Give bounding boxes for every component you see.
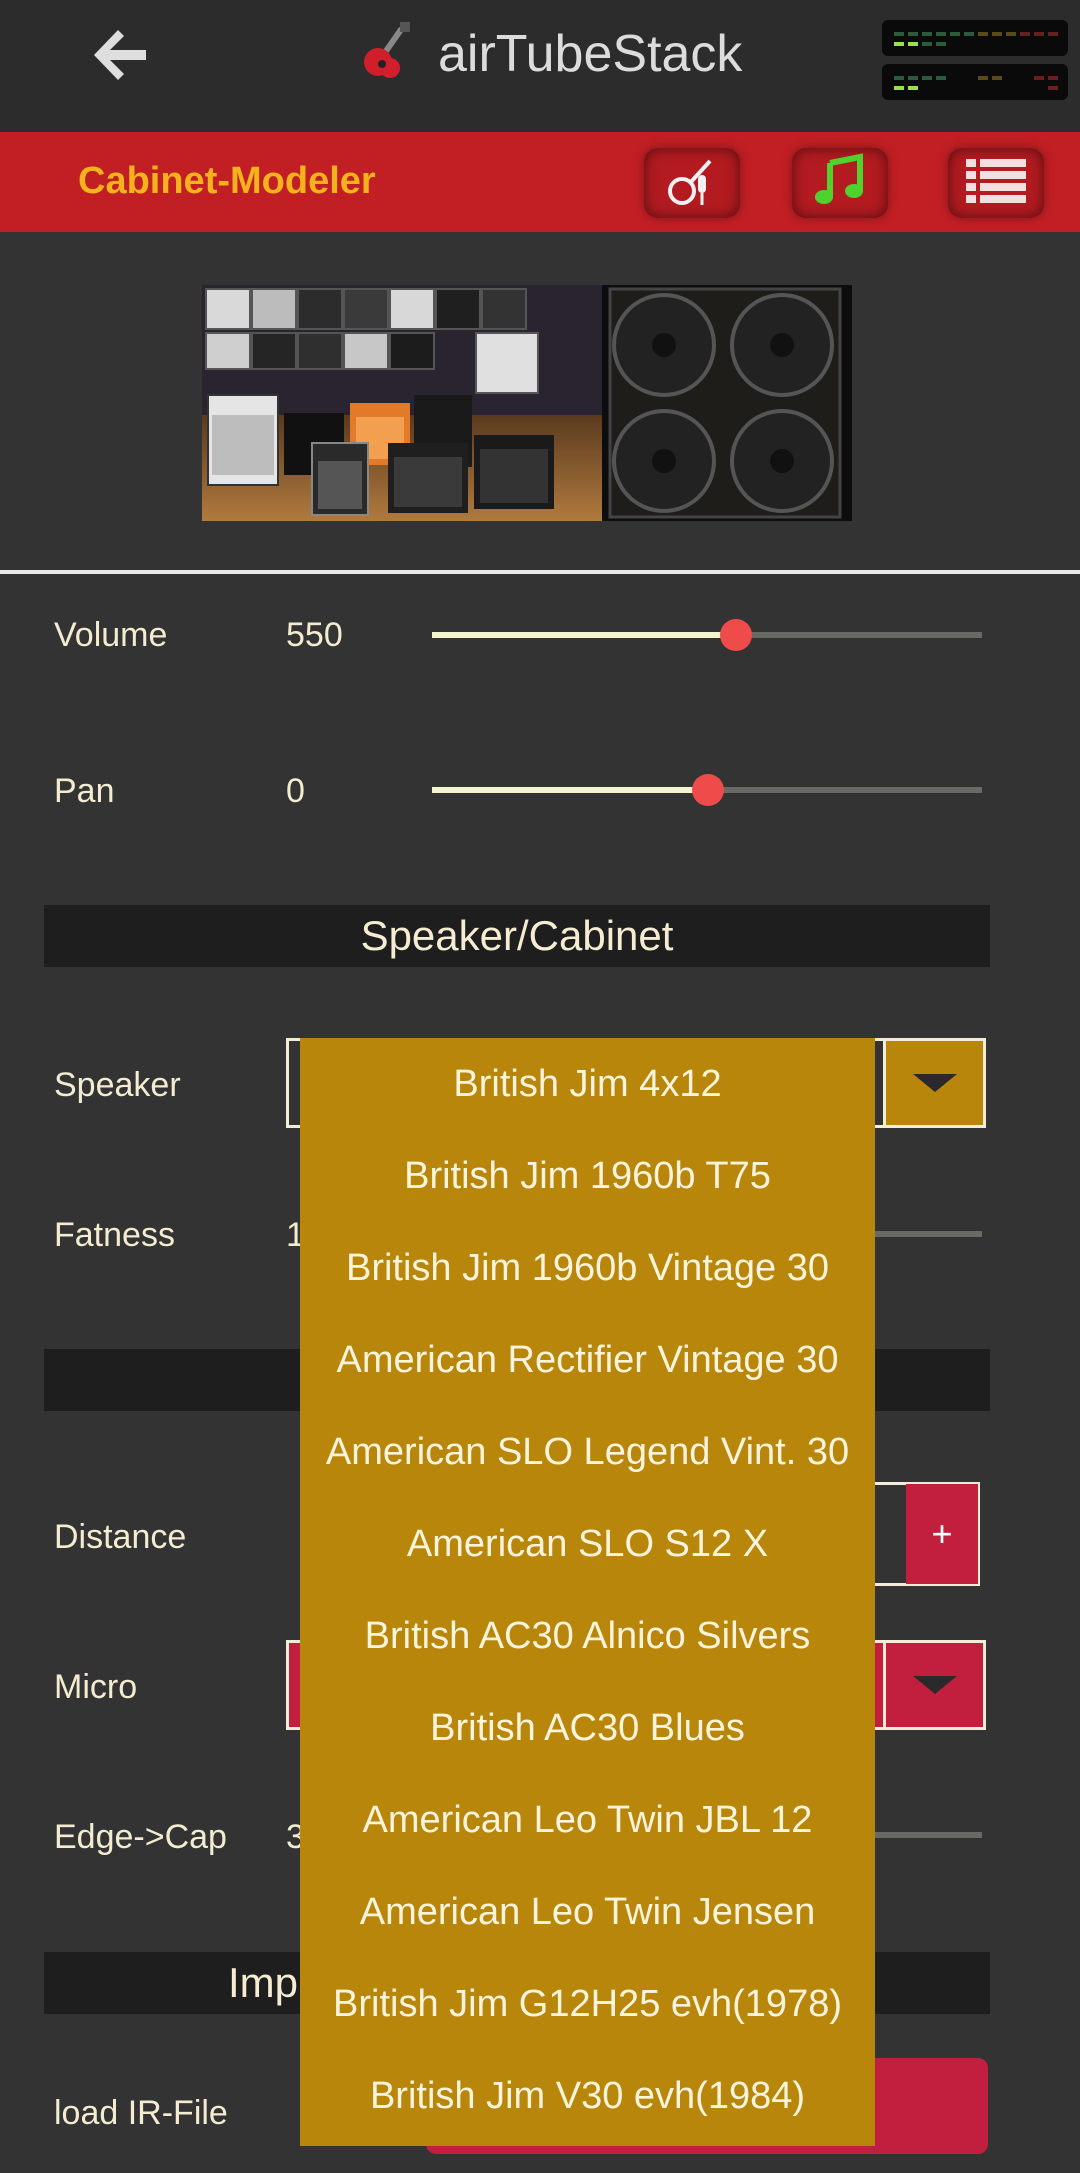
instrument-button[interactable] <box>644 148 740 218</box>
section-speaker-cabinet: Speaker/Cabinet <box>44 905 990 967</box>
distance-label: Distance <box>54 1518 187 1556</box>
dropdown-option[interactable]: British Jim 4x12 <box>300 1038 875 1130</box>
pan-value: 0 <box>286 772 305 810</box>
dropdown-option[interactable]: American Rectifier Vintage 30 <box>300 1314 875 1406</box>
pan-slider-fill <box>432 787 708 793</box>
back-arrow-icon[interactable] <box>88 26 152 84</box>
pan-slider-thumb[interactable] <box>692 774 724 806</box>
micro-select-button[interactable] <box>886 1640 986 1730</box>
list-icon <box>966 157 1026 210</box>
load-ir-label: load IR-File <box>54 2094 228 2132</box>
dropdown-option[interactable]: British AC30 Alnico Silvers <box>300 1590 875 1682</box>
dropdown-option[interactable]: British AC30 Blues <box>300 1682 875 1774</box>
music-button[interactable] <box>792 148 888 218</box>
dropdown-option[interactable]: British Jim 1960b Vintage 30 <box>300 1222 875 1314</box>
app-header: airTubeStack <box>356 14 742 94</box>
pan-label: Pan <box>54 772 115 810</box>
dropdown-option[interactable]: American Leo Twin JBL 12 <box>300 1774 875 1866</box>
dropdown-option[interactable]: British Jim 1960b T75 <box>300 1130 875 1222</box>
dropdown-option[interactable]: American Leo Twin Jensen <box>300 1866 875 1958</box>
speaker-label: Speaker <box>54 1066 181 1104</box>
cabinet-photo <box>202 285 852 521</box>
dropdown-option[interactable]: British Jim G12H25 evh(1978) <box>300 1958 875 2050</box>
level-meter-icon <box>882 20 1068 102</box>
micro-label: Micro <box>54 1668 138 1706</box>
divider <box>0 570 1080 574</box>
distance-plus-button[interactable]: + <box>906 1484 978 1584</box>
dropdown-option[interactable]: American SLO S12 X <box>300 1498 875 1590</box>
fatness-label: Fatness <box>54 1216 175 1254</box>
volume-slider-thumb[interactable] <box>720 619 752 651</box>
speaker-dropdown-list: British Jim 4x12 British Jim 1960b T75 B… <box>300 1038 875 2146</box>
guitar-icon <box>356 20 420 89</box>
speaker-select-button[interactable] <box>886 1038 986 1128</box>
chevron-down-icon <box>912 1676 957 1694</box>
app-title: airTubeStack <box>438 25 743 83</box>
edge-cap-label: Edge->Cap <box>54 1818 227 1856</box>
volume-value: 550 <box>286 616 343 654</box>
section-impulse-title: Imp <box>228 1959 299 2006</box>
volume-slider-fill <box>432 632 736 638</box>
chevron-down-icon <box>912 1074 957 1092</box>
music-note-icon <box>812 152 868 214</box>
guitar-mic-icon <box>664 153 720 214</box>
volume-label: Volume <box>54 616 168 654</box>
menu-button[interactable] <box>948 148 1044 218</box>
module-title: Cabinet-Modeler <box>78 160 376 202</box>
dropdown-option[interactable]: American SLO Legend Vint. 30 <box>300 1406 875 1498</box>
dropdown-option[interactable]: British Jim V30 evh(1984) <box>300 2050 875 2142</box>
